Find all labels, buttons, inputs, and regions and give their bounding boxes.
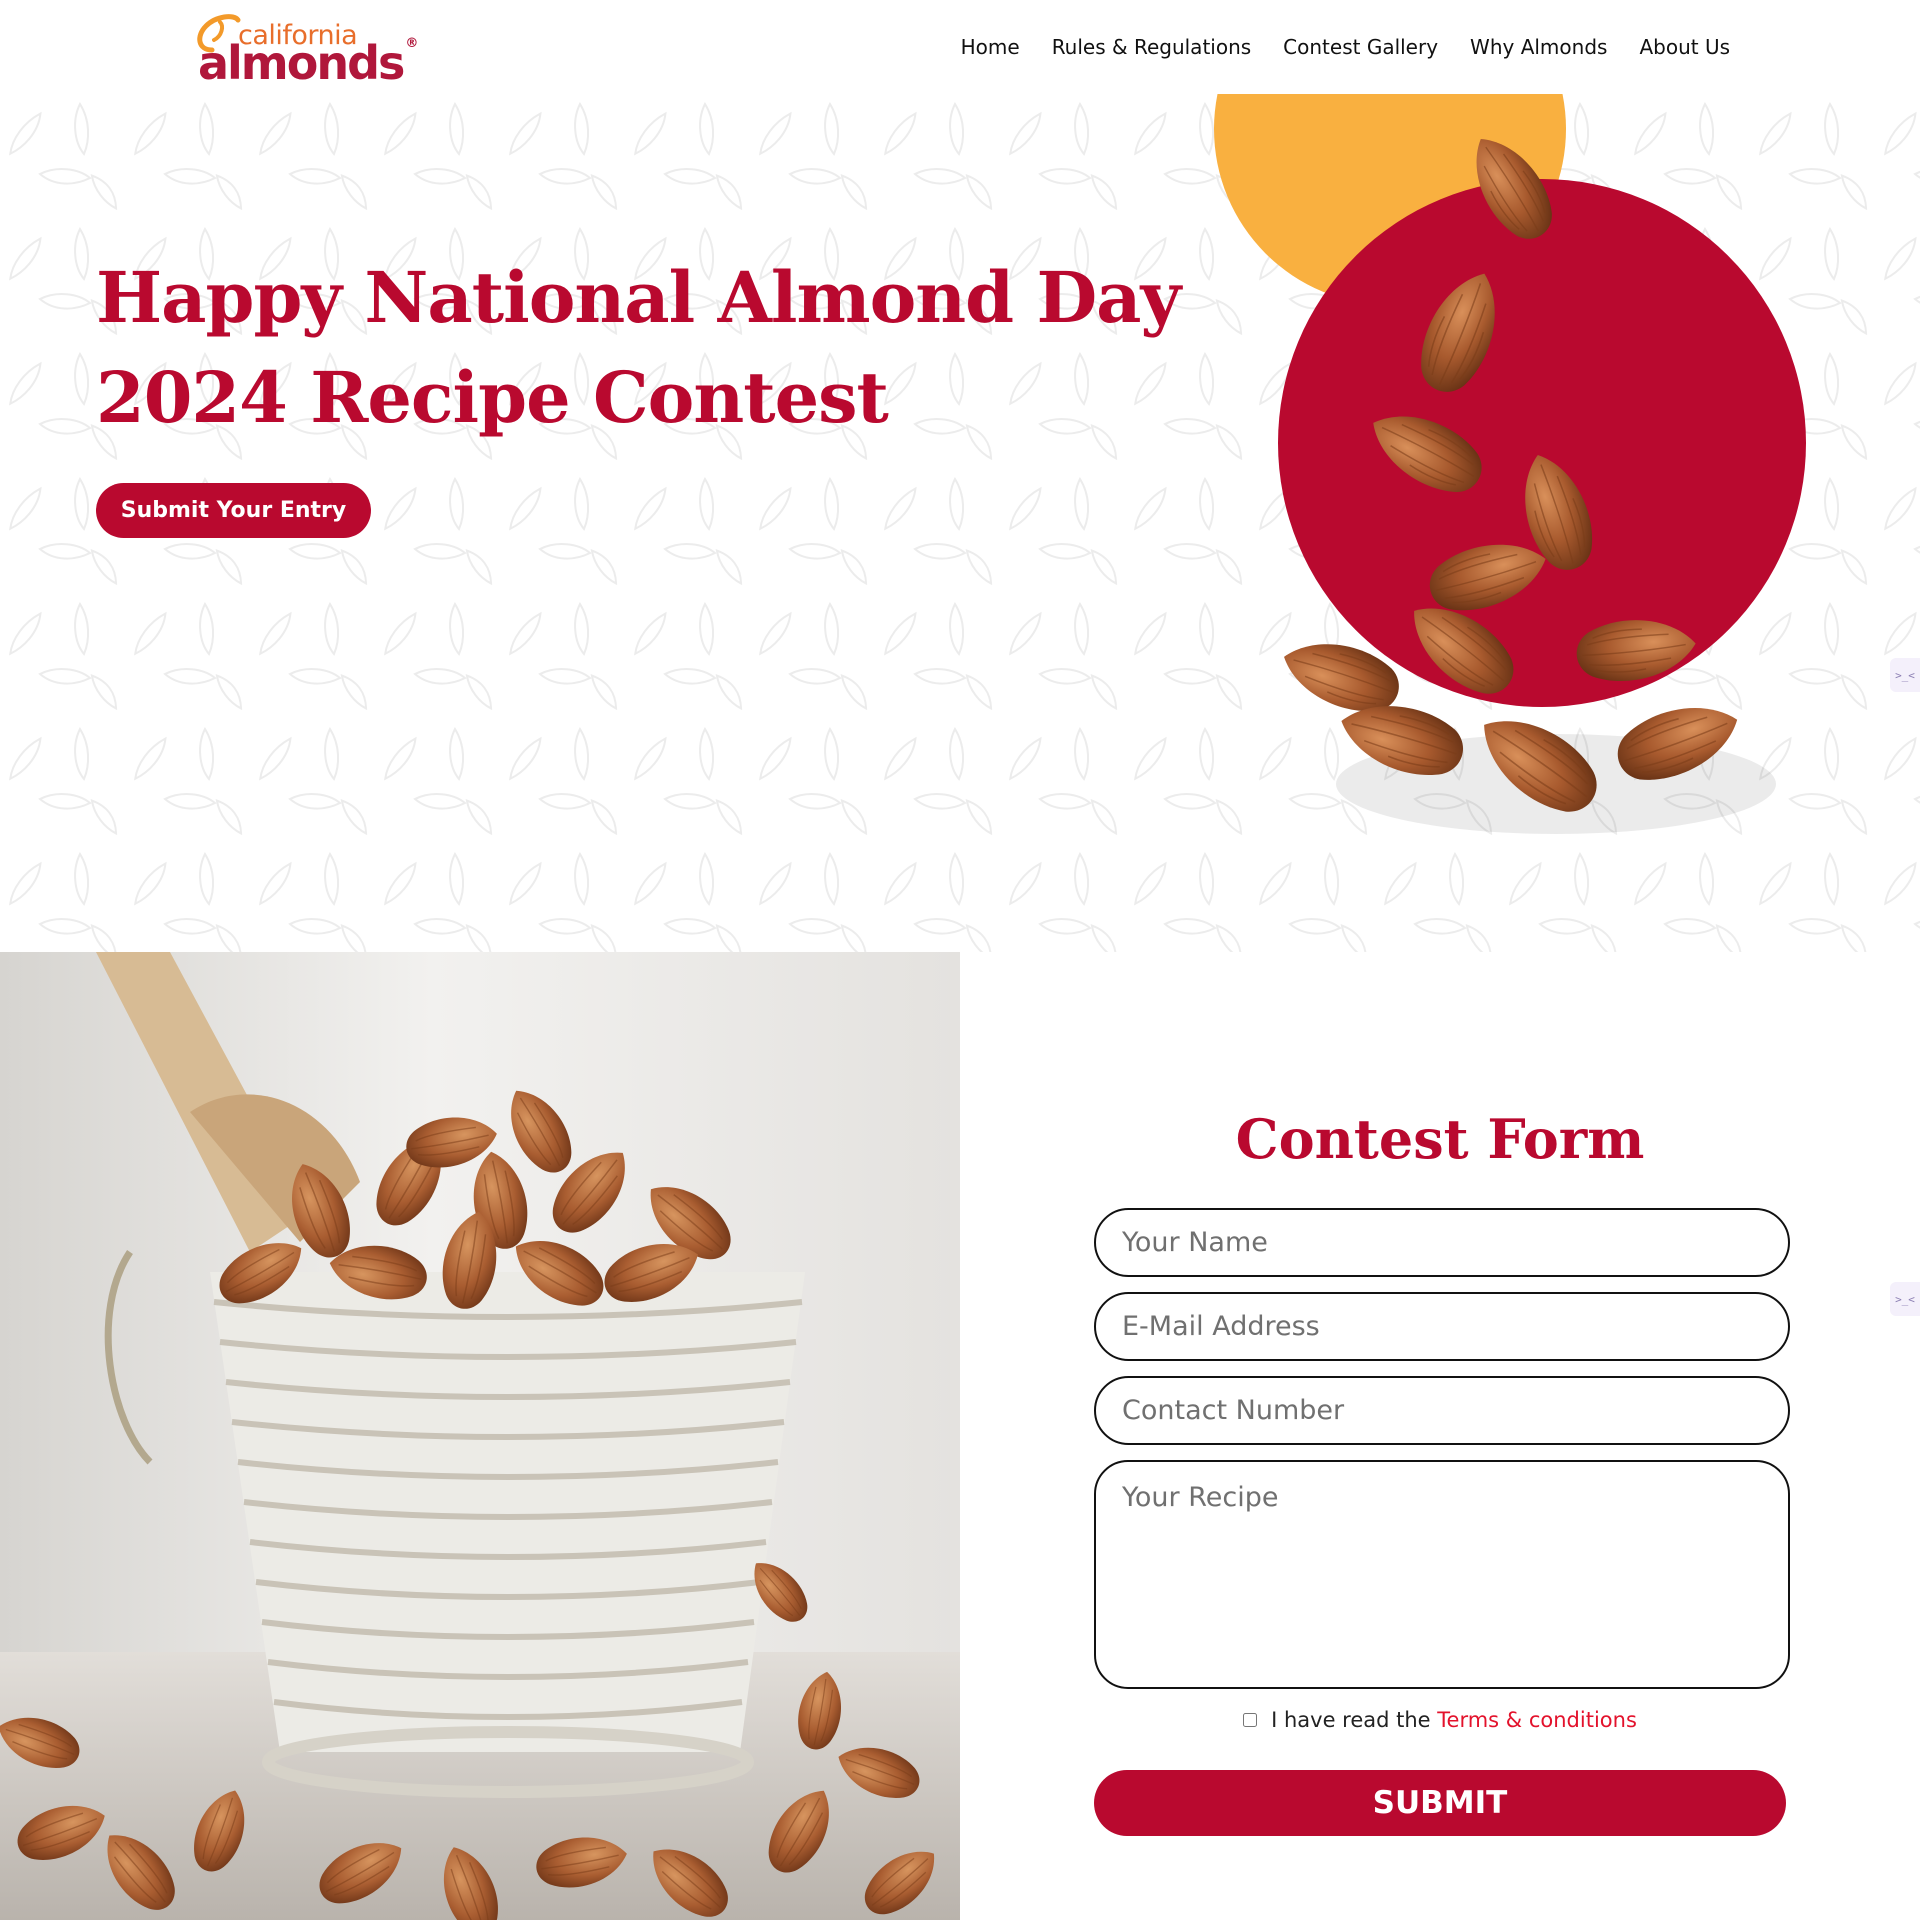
contest-form-section: Contest Form I have read the Terms & con… xyxy=(960,952,1920,1920)
side-widget-tab[interactable]: >_< xyxy=(1890,658,1920,692)
hero-title-line-1: Happy National Almond Day xyxy=(96,256,1181,339)
submit-your-entry-button[interactable]: Submit Your Entry xyxy=(96,483,371,538)
terms-conditions-link[interactable]: Terms & conditions xyxy=(1437,1708,1637,1732)
recipe-textarea[interactable] xyxy=(1094,1460,1790,1689)
hero-title-line-2: 2024 Recipe Contest xyxy=(96,356,889,439)
nav-item-why-almonds[interactable]: Why Almonds xyxy=(1470,35,1607,59)
falling-almonds-illustration xyxy=(1214,94,1806,834)
nav-item-contest-gallery[interactable]: Contest Gallery xyxy=(1283,35,1438,59)
consent-text: I have read the Terms & conditions xyxy=(1271,1708,1637,1732)
name-input[interactable] xyxy=(1094,1208,1790,1277)
terms-checkbox[interactable] xyxy=(1243,1713,1258,1727)
california-almonds-logo[interactable]: california almonds ® xyxy=(190,6,418,90)
side-widget-tab-lower[interactable]: >_< xyxy=(1890,1282,1920,1316)
almond-basket-image xyxy=(0,952,960,1920)
terms-consent: I have read the Terms & conditions xyxy=(960,1708,1920,1732)
contact-number-input[interactable] xyxy=(1094,1376,1790,1445)
submit-button[interactable]: SUBMIT xyxy=(1094,1770,1786,1836)
nav-item-about-us[interactable]: About Us xyxy=(1639,35,1730,59)
logo-text-almonds: almonds ® xyxy=(198,36,418,90)
nav-item-home[interactable]: Home xyxy=(961,35,1020,59)
email-input[interactable] xyxy=(1094,1292,1790,1361)
nav-item-rules-regulations[interactable]: Rules & Regulations xyxy=(1052,35,1251,59)
almond-basket-photo xyxy=(0,952,960,1920)
contest-form-title: Contest Form xyxy=(1235,1107,1645,1171)
hero-title: Happy National Almond Day 2024 Recipe Co… xyxy=(96,248,1181,448)
hero-section: Happy National Almond Day 2024 Recipe Co… xyxy=(0,94,1920,952)
registered-mark: ® xyxy=(405,36,418,51)
main-nav: Home Rules & Regulations Contest Gallery… xyxy=(961,35,1730,59)
site-header: california almonds ® Home Rules & Regulat… xyxy=(0,0,1920,94)
